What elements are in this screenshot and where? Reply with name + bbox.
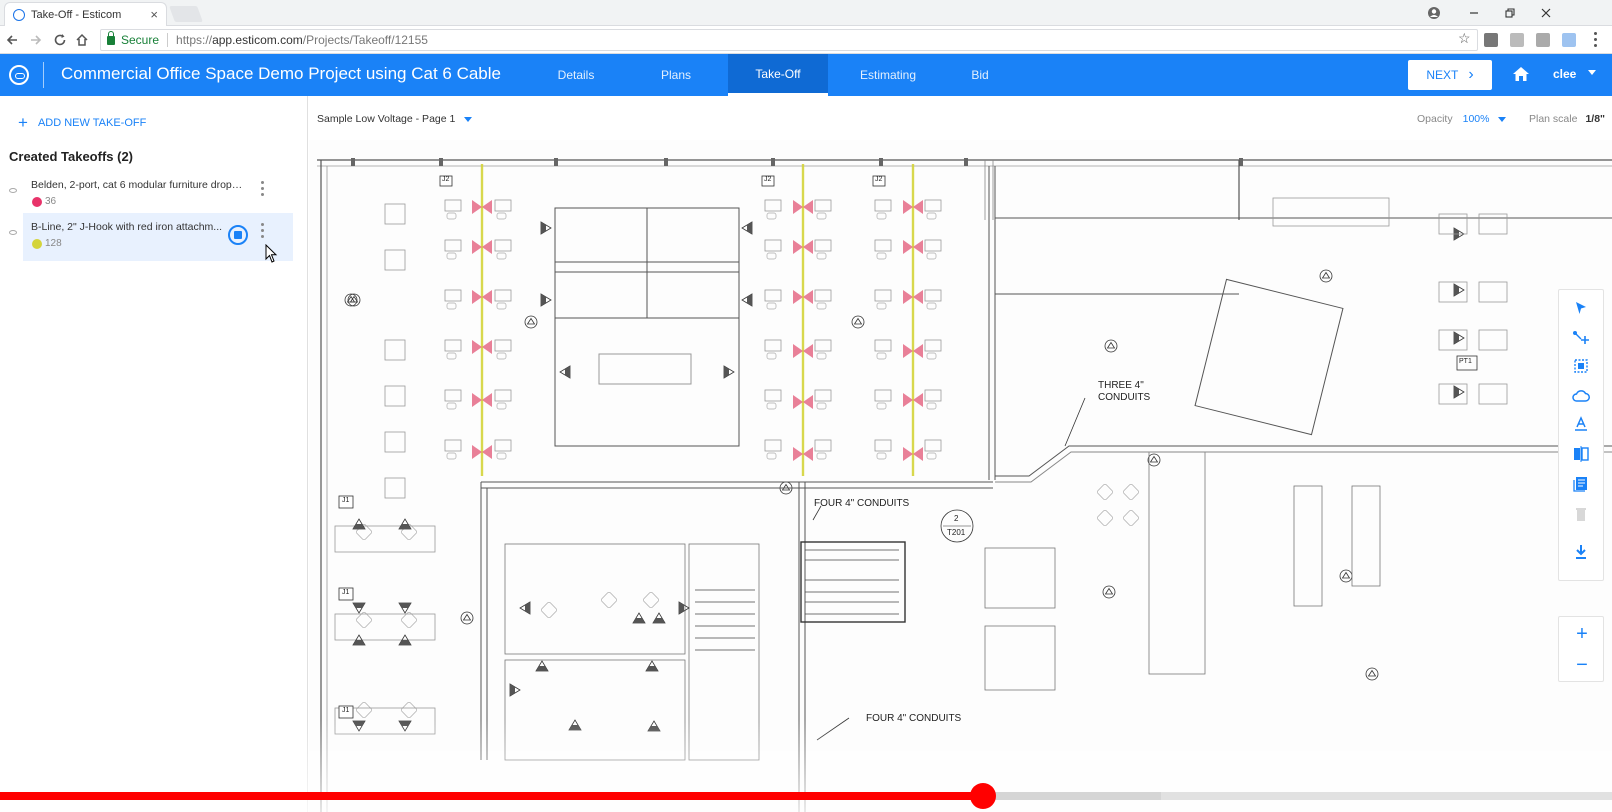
tab-plans[interactable]: Plans [636,54,716,96]
user-menu[interactable]: clee [1553,67,1576,81]
visibility-eye-icon[interactable] [9,188,17,193]
esticom-favicon-icon [13,8,25,21]
plan-scale-value: 1/8" [1585,113,1606,125]
opacity-label: Opacity [1417,113,1453,125]
drawing-toolbox [1558,289,1604,581]
plan-toolbar: Sample Low Voltage - Page 1 Opacity 100%… [309,96,1612,140]
compare-icon[interactable] [1567,442,1595,466]
chart-extension-icon[interactable] [1562,33,1576,47]
junction-j1: J1 [342,707,350,714]
browser-tabstrip: Take-Off - Esticom × [0,0,1612,26]
delete-icon[interactable] [1567,502,1595,526]
junction-j2: J2 [764,176,772,183]
address-bar[interactable]: Secure https://app.esticom.com/Projects/… [100,29,1478,51]
tag-pt1: PT1 [1459,358,1472,365]
takeoff-item-count: 128 [45,238,62,249]
forward-icon[interactable] [26,30,46,50]
takeoff-color-dot [32,239,42,249]
opacity-control[interactable]: Opacity 100% [1417,113,1507,125]
takeoff-item-label: Belden, 2-port, cat 6 modular furniture … [31,179,243,191]
skype-extension-icon[interactable] [1510,33,1524,47]
caret-down-icon [1498,116,1507,122]
tab-take-off[interactable]: Take-Off [728,54,828,96]
annotation-three-conduits: THREE 4" [1098,380,1144,391]
bookmark-star-icon[interactable]: ☆ [1458,30,1471,47]
video-played-bar [0,792,984,800]
junction-j1: J1 [342,589,350,596]
reload-icon[interactable] [50,30,70,50]
takeoff-item-selected[interactable]: B-Line, 2" J-Hook with red iron attachm.… [9,213,293,261]
stop-measuring-button[interactable] [228,225,248,245]
select-pointer-icon[interactable] [1567,296,1595,320]
url-text: https://app.esticom.com/Projects/Takeoff… [176,33,428,47]
floor-plan-canvas[interactable]: THREE 4" CONDUITS FOUR 4" CONDUITS FOUR … [309,140,1612,812]
annotation-three-conduits-2: CONDUITS [1098,392,1151,403]
tab-details[interactable]: Details [536,54,616,96]
download-icon[interactable] [1567,540,1595,564]
notes-icon[interactable] [1567,472,1595,496]
caret-down-icon [464,116,473,122]
detail-number: 2 [954,514,959,523]
add-new-takeoff-label: ADD NEW TAKE-OFF [37,116,147,129]
app-header: Commercial Office Space Demo Project usi… [0,54,1612,96]
close-window-icon[interactable] [1530,2,1562,24]
zoom-controls: + − [1558,616,1604,682]
add-measurement-icon[interactable] [1567,326,1595,350]
restore-window-icon[interactable] [1494,2,1526,24]
tab-estimating[interactable]: Estimating [838,54,938,96]
profile-icon[interactable] [1418,2,1450,24]
plan-scale-label: Plan scale [1529,113,1578,125]
next-button[interactable]: NEXT › [1408,60,1492,90]
tab-bid[interactable]: Bid [950,54,1010,96]
browser-tab[interactable]: Take-Off - Esticom × [4,2,167,26]
junction-j2: J2 [442,176,450,183]
minimize-window-icon[interactable] [1458,2,1490,24]
detail-sheet-ref: T201 [947,528,966,537]
back-icon[interactable] [2,30,22,50]
new-tab-button[interactable] [169,6,203,22]
plan-scale[interactable]: Plan scale 1/8" [1529,113,1605,125]
chevron-down-icon[interactable] [1588,70,1596,75]
annotation-four-conduits-upper: FOUR 4" CONDUITS [814,498,910,509]
takeoff-item-count: 36 [45,196,57,207]
plus-icon: + [18,113,28,132]
text-annotation-icon[interactable] [1567,412,1595,436]
junction-j1: J1 [342,497,350,504]
annotation-four-conduits-lower: FOUR 4" CONDUITS [866,713,962,724]
more-options-icon[interactable] [261,181,265,199]
browser-tab-title: Take-Off - Esticom [31,8,122,21]
close-tab-icon[interactable]: × [150,7,158,22]
created-takeoffs-heading: Created Takeoffs (2) [9,149,134,164]
esticom-logo-icon[interactable] [9,65,29,85]
takeoff-item-label: B-Line, 2" J-Hook with red iron attachm.… [31,221,223,233]
chevron-right-icon: › [1468,66,1474,83]
floor-plan-drawing [317,158,1612,812]
extension-icon[interactable] [1484,33,1498,47]
zoom-out-icon[interactable]: − [1559,650,1605,680]
browser-menu-icon[interactable] [1594,32,1598,48]
opacity-value: 100% [1462,113,1490,125]
takeoff-sidebar: + ADD NEW TAKE-OFF Created Takeoffs (2) … [0,96,308,812]
mouse-cursor-icon [265,244,278,263]
next-button-label: NEXT [1426,68,1459,82]
project-title: Commercial Office Space Demo Project usi… [61,64,501,83]
takeoff-item[interactable]: Belden, 2-port, cat 6 modular furniture … [9,171,293,219]
page-selector[interactable]: Sample Low Voltage - Page 1 [317,113,473,125]
lock-icon [107,30,115,45]
area-select-icon[interactable] [1567,354,1595,378]
more-options-icon[interactable] [261,223,265,241]
grammarly-extension-icon[interactable] [1536,33,1550,47]
takeoff-color-dot [32,197,42,207]
add-new-takeoff-button[interactable]: + ADD NEW TAKE-OFF [18,114,146,131]
home-icon[interactable] [1512,66,1530,82]
zoom-in-icon[interactable]: + [1559,619,1605,649]
browser-toolbar: Secure https://app.esticom.com/Projects/… [0,26,1612,54]
cloud-markup-icon[interactable] [1567,384,1595,408]
page-selector-label: Sample Low Voltage - Page 1 [317,113,456,125]
junction-j2: J2 [875,176,883,183]
home-browser-icon[interactable] [72,30,92,50]
secure-label: Secure [121,33,160,47]
visibility-eye-icon[interactable] [9,230,17,235]
